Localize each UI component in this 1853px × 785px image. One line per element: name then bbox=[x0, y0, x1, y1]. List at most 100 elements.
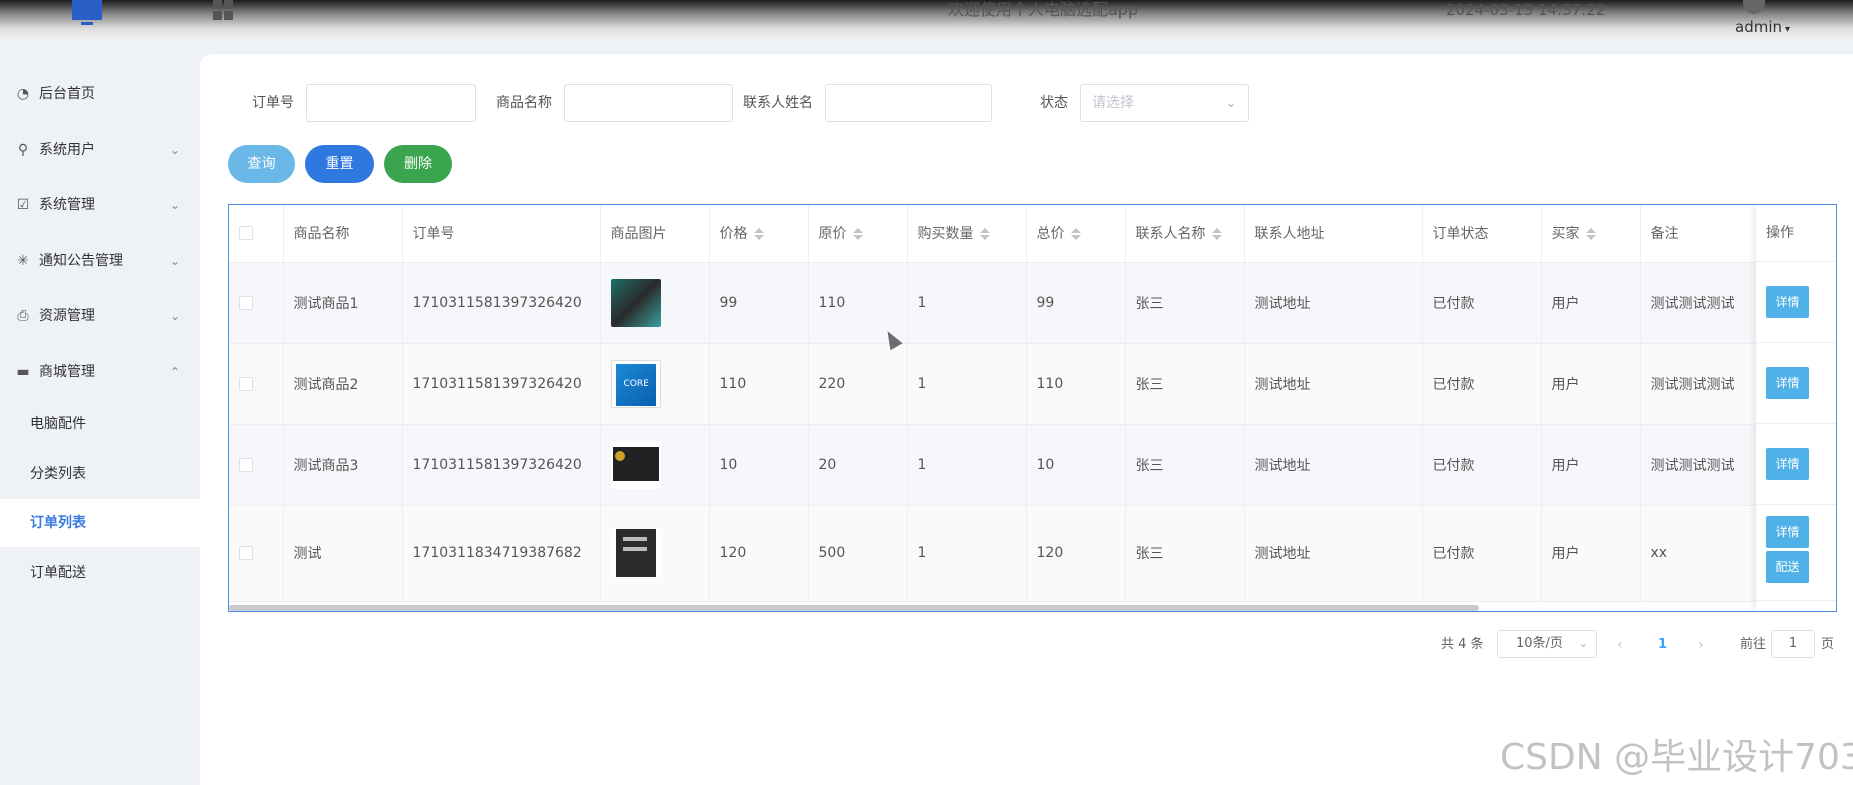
detail-button[interactable]: 详情 bbox=[1766, 286, 1809, 318]
table-row[interactable]: 测试商品2 1710311581397326420 CORE 110 220 1… bbox=[229, 343, 1760, 425]
user-menu[interactable]: admin ▾ bbox=[1735, 18, 1790, 36]
detail-button[interactable]: 详情 bbox=[1766, 367, 1809, 399]
menu-grid-icon[interactable] bbox=[213, 0, 233, 20]
cell-buyer: 用户 bbox=[1541, 343, 1641, 425]
row-checkbox[interactable] bbox=[229, 505, 284, 602]
horizontal-scrollbar[interactable] bbox=[229, 605, 1479, 611]
cell-original-price: 500 bbox=[808, 505, 908, 602]
cell-product-name: 测试商品3 bbox=[283, 424, 403, 506]
sidebar-item-label: 系统管理 bbox=[39, 197, 95, 213]
order-no-input[interactable] bbox=[306, 84, 476, 122]
sort-icon[interactable] bbox=[852, 227, 863, 241]
sort-icon[interactable] bbox=[753, 227, 764, 241]
column-header: 操作 bbox=[1756, 205, 1836, 262]
sort-icon[interactable] bbox=[1585, 227, 1596, 241]
status-select[interactable]: 请选择 ⌄ bbox=[1080, 84, 1249, 122]
orders-table-grid: 商品名称 订单号 商品图片 价格 原价 购买数量 总价 联系人名称 联系人地址 … bbox=[229, 205, 1760, 602]
column-header-label: 联系人名称 bbox=[1135, 226, 1206, 243]
table-row[interactable]: 测试 1710311834719387682 120 500 1 120 张三 … bbox=[229, 505, 1760, 602]
cell-quantity: 1 bbox=[907, 343, 1027, 425]
column-header-sortable[interactable]: 联系人名称 bbox=[1125, 205, 1245, 263]
next-page-icon[interactable]: › bbox=[1698, 632, 1704, 658]
table-row[interactable]: 测试商品3 1710311581397326420 10 20 1 10 张三 … bbox=[229, 424, 1760, 506]
cell-note: xx bbox=[1640, 505, 1760, 602]
column-header-sortable[interactable]: 总价 bbox=[1026, 205, 1126, 263]
username: admin bbox=[1735, 18, 1782, 36]
cell-image: CORE bbox=[600, 343, 710, 425]
cell-contact: 张三 bbox=[1125, 505, 1245, 602]
cell-original-price: 220 bbox=[808, 343, 908, 425]
product-name-input[interactable] bbox=[564, 84, 733, 122]
cell-total: 10 bbox=[1026, 424, 1126, 506]
page-number-current[interactable]: 1 bbox=[1658, 632, 1667, 658]
contact-name-input[interactable] bbox=[825, 84, 992, 122]
cell-quantity: 1 bbox=[907, 262, 1027, 344]
column-header-label: 总价 bbox=[1036, 226, 1065, 243]
order-no-label: 订单号 bbox=[252, 95, 294, 111]
sidebar-item-home[interactable]: ◔ 后台首页 bbox=[0, 68, 200, 120]
reset-button[interactable]: 重置 bbox=[305, 145, 374, 183]
watermark: CSDN @毕业设计703 bbox=[1500, 737, 1853, 778]
user-icon: ⚲ bbox=[17, 142, 29, 158]
cell-status: 已付款 bbox=[1422, 343, 1542, 425]
motherboard-image[interactable] bbox=[610, 529, 661, 577]
cell-order-no: 1710311834719387682 bbox=[402, 505, 601, 602]
row-checkbox[interactable] bbox=[229, 262, 284, 344]
deliver-button[interactable]: 配送 bbox=[1766, 551, 1809, 583]
sidebar-sub-orders[interactable]: 订单列表 bbox=[0, 499, 200, 547]
cell-note: 测试测试测试 bbox=[1640, 262, 1760, 344]
cell-price: 120 bbox=[709, 505, 809, 602]
cell-address: 测试地址 bbox=[1244, 262, 1423, 344]
page-size-select[interactable]: 10条/页 ⌄ bbox=[1497, 630, 1597, 658]
goto-page-input[interactable]: 1 bbox=[1771, 630, 1815, 658]
monitor-logo-icon bbox=[72, 0, 102, 26]
detail-button[interactable]: 详情 bbox=[1766, 516, 1809, 548]
row-checkbox[interactable] bbox=[229, 424, 284, 506]
sidebar-item-shop[interactable]: ▬ 商城管理 ⌃ bbox=[0, 346, 200, 398]
column-header: 联系人地址 bbox=[1244, 205, 1423, 263]
sidebar-item-resources[interactable]: ⎙ 资源管理 ⌄ bbox=[0, 290, 200, 342]
cell-quantity: 1 bbox=[907, 505, 1027, 602]
avatar[interactable] bbox=[1743, 0, 1765, 14]
column-header-label: 购买数量 bbox=[917, 226, 974, 243]
cell-order-no: 1710311581397326420 bbox=[402, 424, 601, 506]
status-label: 状态 bbox=[1040, 95, 1068, 111]
sidebar-item-system-management[interactable]: ☑ 系统管理 ⌄ bbox=[0, 179, 200, 231]
sidebar-item-system-users[interactable]: ⚲ 系统用户 ⌄ bbox=[0, 124, 200, 176]
column-header-sortable[interactable]: 买家 bbox=[1541, 205, 1641, 263]
chevron-down-icon: ⌄ bbox=[1578, 637, 1588, 650]
cell-product-name: 测试商品2 bbox=[283, 343, 403, 425]
psu-image[interactable] bbox=[610, 440, 661, 489]
table-row[interactable]: 测试商品1 1710311581397326420 99 110 1 99 张三… bbox=[229, 262, 1760, 344]
sort-icon[interactable] bbox=[1070, 227, 1081, 241]
column-header-sortable[interactable]: 价格 bbox=[709, 205, 809, 263]
cpu-box-image[interactable]: CORE bbox=[610, 359, 661, 408]
sort-icon[interactable] bbox=[1211, 227, 1222, 241]
cell-quantity: 1 bbox=[907, 424, 1027, 506]
column-header: 备注 bbox=[1640, 205, 1760, 263]
column-header-sortable[interactable]: 购买数量 bbox=[907, 205, 1027, 263]
detail-button[interactable]: 详情 bbox=[1766, 448, 1809, 480]
sort-icon[interactable] bbox=[979, 227, 990, 241]
sidebar-sub-parts[interactable]: 电脑配件 bbox=[0, 400, 200, 448]
chevron-down-icon: ⌄ bbox=[169, 309, 180, 323]
cell-product-name: 测试商品1 bbox=[283, 262, 403, 344]
chevron-down-icon: ▾ bbox=[1785, 24, 1791, 35]
operations-cell: 详情 配送 bbox=[1756, 505, 1836, 601]
sidebar-sub-delivery[interactable]: 订单配送 bbox=[0, 549, 200, 597]
prev-page-icon[interactable]: ‹ bbox=[1617, 632, 1623, 658]
select-all-checkbox[interactable] bbox=[229, 205, 284, 263]
chevron-down-icon: ⌄ bbox=[169, 254, 180, 268]
cell-image bbox=[600, 424, 710, 506]
sidebar-item-notices[interactable]: ✳ 通知公告管理 ⌄ bbox=[0, 235, 200, 287]
row-checkbox[interactable] bbox=[229, 343, 284, 425]
spark-icon: ✳ bbox=[17, 253, 29, 269]
gpu-image[interactable] bbox=[610, 278, 661, 327]
query-button[interactable]: 查询 bbox=[228, 145, 295, 183]
shop-icon: ▬ bbox=[16, 364, 30, 380]
pagination-total: 共 4 条 bbox=[1441, 637, 1484, 652]
cell-price: 110 bbox=[709, 343, 809, 425]
column-header-sortable[interactable]: 原价 bbox=[808, 205, 908, 263]
delete-button[interactable]: 删除 bbox=[384, 145, 452, 183]
sidebar-sub-categories[interactable]: 分类列表 bbox=[0, 450, 200, 498]
